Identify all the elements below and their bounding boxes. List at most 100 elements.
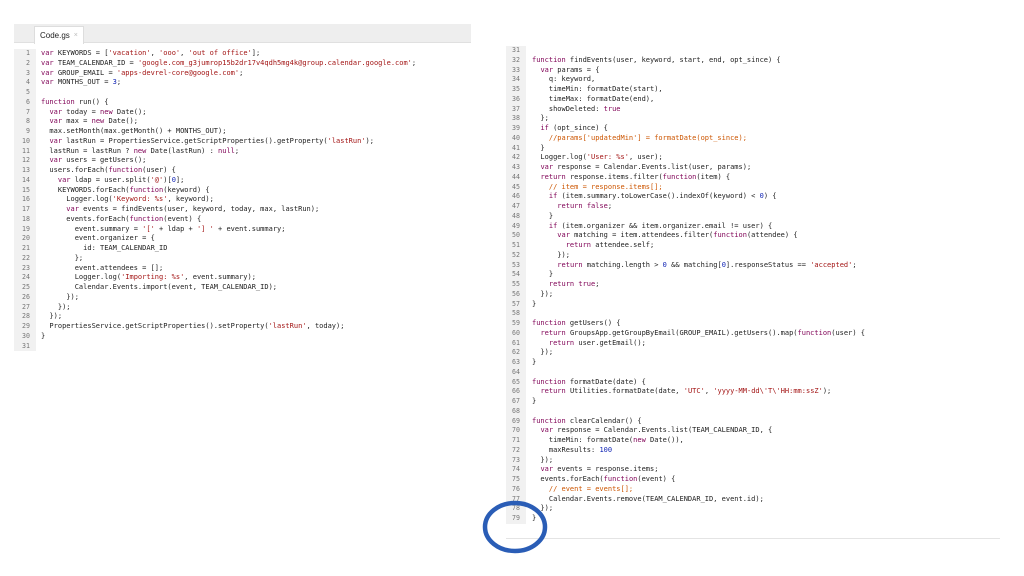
code-line[interactable]: 48 } — [506, 212, 1000, 222]
code-line[interactable]: 14 var ldap = user.split('@')[0]; — [14, 176, 471, 186]
code-text[interactable]: return attendee.self; — [532, 241, 655, 251]
code-line[interactable]: 44 return response.items.filter(function… — [506, 173, 1000, 183]
code-line[interactable]: 54 } — [506, 270, 1000, 280]
code-line[interactable]: 60 return GroupsApp.getGroupByEmail(GROU… — [506, 329, 1000, 339]
code-line[interactable]: 68 — [506, 407, 1000, 417]
code-line[interactable]: 20 event.organizer = { — [14, 234, 471, 244]
code-line[interactable]: 45 // item = response.items[]; — [506, 183, 1000, 193]
code-line[interactable]: 16 Logger.log('Keyword: %s', keyword); — [14, 195, 471, 205]
code-line[interactable]: 62 }); — [506, 348, 1000, 358]
code-line[interactable]: 69 function clearCalendar() { — [506, 417, 1000, 427]
code-text[interactable]: if (opt_since) { — [532, 124, 607, 134]
code-line[interactable]: 9 max.setMonth(max.getMonth() + MONTHS_O… — [14, 127, 471, 137]
code-text[interactable]: // item = response.items[]; — [532, 183, 663, 193]
code-text[interactable]: var params = { — [532, 66, 599, 76]
code-line[interactable]: 4 var MONTHS_OUT = 3; — [14, 78, 471, 88]
code-text[interactable]: }); — [41, 303, 71, 313]
code-text[interactable]: }); — [532, 251, 570, 261]
code-line[interactable]: 77 Calendar.Events.remove(TEAM_CALENDAR_… — [506, 495, 1000, 505]
code-text[interactable]: // event = events[]; — [532, 485, 633, 495]
code-text[interactable]: Calendar.Events.import(event, TEAM_CALEN… — [41, 283, 277, 293]
code-text[interactable]: var today = new Date(); — [41, 108, 146, 118]
right-code-editor[interactable]: 31 32 function findEvents(user, keyword, s… — [506, 46, 1000, 540]
code-line[interactable]: 52 }); — [506, 251, 1000, 261]
code-text[interactable]: }; — [532, 114, 548, 124]
code-text[interactable]: function formatDate(date) { — [532, 378, 646, 388]
code-text[interactable]: showDeleted: true — [532, 105, 621, 115]
code-text[interactable]: var events = findEvents(user, keyword, t… — [41, 205, 319, 215]
code-line[interactable]: 55 return true; — [506, 280, 1000, 290]
code-text[interactable]: }); — [532, 348, 553, 358]
code-text[interactable]: events.forEach(function(event) { — [532, 475, 675, 485]
code-text[interactable]: var GROUP_EMAIL = 'apps-devrel-core@goog… — [41, 69, 243, 79]
code-line[interactable]: 22 }; — [14, 254, 471, 264]
code-line[interactable]: 29 PropertiesService.getScriptProperties… — [14, 322, 471, 332]
code-line[interactable]: 33 var params = { — [506, 66, 1000, 76]
code-text[interactable]: } — [532, 397, 536, 407]
code-area[interactable]: 1 var KEYWORDS = ['vacation', 'ooo', 'out… — [14, 49, 471, 352]
code-line[interactable]: 7 var today = new Date(); — [14, 108, 471, 118]
code-text[interactable]: function findEvents(user, keyword, start… — [532, 56, 781, 66]
code-line[interactable]: 3 var GROUP_EMAIL = 'apps-devrel-core@goo… — [14, 69, 471, 79]
code-line[interactable]: 30} — [14, 332, 471, 342]
code-text[interactable]: function run() { — [41, 98, 108, 108]
code-text[interactable]: var events = response.items; — [532, 465, 658, 475]
code-line[interactable]: 56 }); — [506, 290, 1000, 300]
code-text[interactable]: var TEAM_CALENDAR_ID = 'google.com_g3jum… — [41, 59, 416, 69]
code-line[interactable]: 28 }); — [14, 312, 471, 322]
code-line[interactable]: 38 }; — [506, 114, 1000, 124]
code-text[interactable]: Logger.log('Keyword: %s', keyword); — [41, 195, 214, 205]
code-text[interactable]: max.setMonth(max.getMonth() + MONTHS_OUT… — [41, 127, 226, 137]
code-text[interactable]: users.forEach(function(user) { — [41, 166, 175, 176]
code-line[interactable]: 12 var users = getUsers(); — [14, 156, 471, 166]
code-text[interactable]: }); — [532, 456, 553, 466]
code-line[interactable]: 59 function getUsers() { — [506, 319, 1000, 329]
code-line[interactable]: 17 var events = findEvents(user, keyword… — [14, 205, 471, 215]
code-line[interactable]: 61 return user.getEmail(); — [506, 339, 1000, 349]
code-text[interactable]: var MONTHS_OUT = 3; — [41, 78, 121, 88]
code-text[interactable]: var max = new Date(); — [41, 117, 138, 127]
code-text[interactable]: timeMax: formatDate(end), — [532, 95, 654, 105]
code-line[interactable]: 5 — [14, 88, 471, 98]
code-line[interactable]: 6 function run() { — [14, 98, 471, 108]
code-line[interactable]: 25 Calendar.Events.import(event, TEAM_CA… — [14, 283, 471, 293]
code-line[interactable]: 24 Logger.log('Importing: %s', event.sum… — [14, 273, 471, 283]
code-line[interactable]: 64 — [506, 368, 1000, 378]
code-line[interactable]: 42 Logger.log('User: %s', user); — [506, 153, 1000, 163]
code-line[interactable]: 39 if (opt_since) { — [506, 124, 1000, 134]
code-line[interactable]: 31 — [506, 46, 1000, 56]
code-text[interactable]: var users = getUsers(); — [41, 156, 146, 166]
code-text[interactable]: id: TEAM_CALENDAR_ID — [41, 244, 167, 254]
code-line[interactable]: 50 var matching = item.attendees.filter(… — [506, 231, 1000, 241]
code-text[interactable]: if (item.organizer && item.organizer.ema… — [532, 222, 772, 232]
code-line[interactable]: 76 // event = events[]; — [506, 485, 1000, 495]
tab-close-icon[interactable]: × — [74, 28, 78, 44]
code-text[interactable]: return Utilities.formatDate(date, 'UTC',… — [532, 387, 831, 397]
code-line[interactable]: 34 q: keyword, — [506, 75, 1000, 85]
code-text[interactable]: } — [532, 358, 536, 368]
code-line[interactable]: 78 }); — [506, 504, 1000, 514]
code-text[interactable]: }); — [532, 290, 553, 300]
code-line[interactable]: 46 if (item.summary.toLowerCase().indexO… — [506, 192, 1000, 202]
code-text[interactable]: } — [532, 212, 553, 222]
code-line[interactable]: 8 var max = new Date(); — [14, 117, 471, 127]
code-text[interactable]: function getUsers() { — [532, 319, 621, 329]
code-text[interactable]: var ldap = user.split('@')[0]; — [41, 176, 184, 186]
left-code-editor[interactable]: Code.gs × 1 var KEYWORDS = ['vacation', '… — [14, 24, 471, 357]
code-text[interactable]: var response = Calendar.Events.list(TEAM… — [532, 426, 772, 436]
code-line[interactable]: 49 if (item.organizer && item.organizer.… — [506, 222, 1000, 232]
code-text[interactable]: Logger.log('Importing: %s', event.summar… — [41, 273, 256, 283]
code-text[interactable]: } — [41, 332, 45, 342]
code-text[interactable]: var KEYWORDS = ['vacation', 'ooo', 'out … — [41, 49, 260, 59]
code-line[interactable]: 11 lastRun = lastRun ? new Date(lastRun)… — [14, 147, 471, 157]
code-line[interactable]: 18 events.forEach(function(event) { — [14, 215, 471, 225]
code-line[interactable]: 23 event.attendees = []; — [14, 264, 471, 274]
code-line[interactable]: 2 var TEAM_CALENDAR_ID = 'google.com_g3ju… — [14, 59, 471, 69]
code-line[interactable]: 31 — [14, 342, 471, 352]
code-line[interactable]: 70 var response = Calendar.Events.list(T… — [506, 426, 1000, 436]
code-text[interactable]: var lastRun = PropertiesService.getScrip… — [41, 137, 374, 147]
code-text[interactable]: } — [532, 144, 544, 154]
code-line[interactable]: 71 timeMin: formatDate(new Date()), — [506, 436, 1000, 446]
code-line[interactable]: 73 }); — [506, 456, 1000, 466]
code-text[interactable]: q: keyword, — [532, 75, 595, 85]
